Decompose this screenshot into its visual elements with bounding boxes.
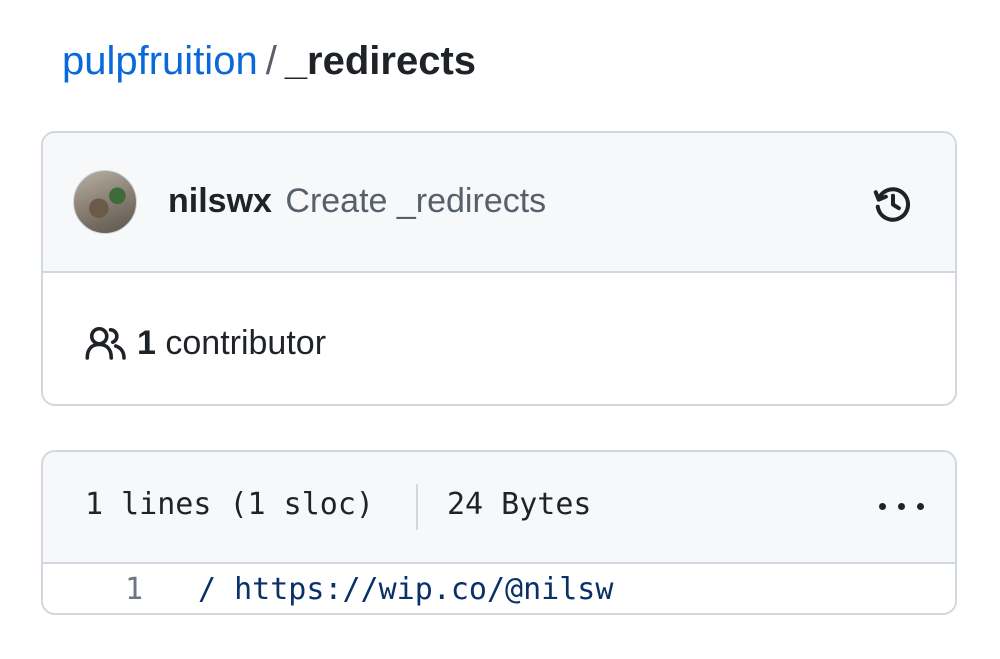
line-number[interactable]: 1 (125, 572, 143, 607)
breadcrumb: pulpfruition / _redirects (62, 38, 476, 84)
contributors-row[interactable]: 1 contributor (43, 273, 955, 404)
more-options-icon[interactable] (877, 486, 927, 526)
repo-link[interactable]: pulpfruition (62, 39, 258, 83)
code-line: 1 / https://wip.co/@nilsw (43, 564, 955, 613)
file-size: 24 Bytes (447, 487, 592, 522)
commit-box: nilswx Create _redirects 1 contributor (41, 131, 957, 406)
file-name: _redirects (284, 39, 477, 83)
contributor-count: 1 (137, 324, 156, 362)
avatar[interactable] (73, 170, 137, 234)
file-box: 1 lines (1 sloc) 24 Bytes 1 / https://wi… (41, 450, 957, 615)
commit-summary: nilswx Create _redirects (168, 181, 546, 221)
code-text: / https://wip.co/@nilsw (198, 572, 614, 607)
contributors-text[interactable]: 1 contributor (137, 323, 326, 363)
latest-commit-row: nilswx Create _redirects (43, 133, 955, 273)
people-icon (85, 326, 126, 360)
contributor-label: contributor (165, 324, 327, 362)
file-header: 1 lines (1 sloc) 24 Bytes (43, 452, 955, 564)
line-count: 1 lines (1 sloc) (85, 487, 374, 522)
commit-author[interactable]: nilswx (168, 182, 272, 220)
commit-message[interactable]: Create _redirects (285, 182, 546, 220)
header-divider (416, 484, 418, 530)
history-icon[interactable] (871, 182, 915, 226)
breadcrumb-separator: / (265, 39, 277, 83)
